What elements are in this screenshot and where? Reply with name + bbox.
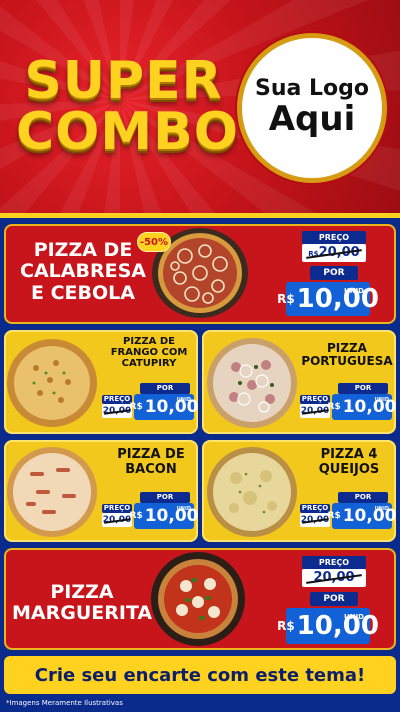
unid-label: UNID	[176, 397, 191, 403]
new-price: R$ 10,00 UNID	[277, 608, 379, 644]
new-price: R$ 10,00 UNID	[277, 282, 379, 316]
discount-badge: -50%	[137, 232, 171, 252]
new-price-value: 10,00	[296, 611, 379, 641]
preco-label: PREÇO	[102, 395, 132, 404]
pizza-frango-image	[7, 339, 97, 427]
new-price-currency: R$	[327, 511, 341, 521]
old-price: 20,00	[300, 404, 330, 418]
product-title: PIZZA DE CALABRESA E CEBOLA	[20, 239, 146, 304]
super-combo-logo: SUPER COMBO	[16, 51, 239, 162]
new-price: R$ 10,00 UNID	[328, 503, 397, 529]
pizza-marguerita-image	[151, 552, 245, 646]
product-title: PIZZA 4 QUEIJOS	[318, 447, 380, 477]
preco-label: PREÇO	[300, 395, 330, 404]
por-label: POR	[140, 492, 190, 503]
old-price: 20,00	[102, 404, 132, 418]
pizza-portuguesa-image	[207, 338, 297, 428]
header-divider	[0, 213, 400, 218]
unid-label: UNID	[176, 506, 191, 512]
combo-text: COMBO	[16, 101, 239, 162]
new-price-currency: R$	[277, 292, 295, 306]
old-price: 20,00	[300, 513, 330, 527]
cta-banner[interactable]: Crie seu encarte com este tema!	[4, 656, 396, 694]
unid-label: UNID	[374, 506, 389, 512]
preco-label: PREÇO	[300, 504, 330, 513]
product-title: PIZZA MARGUERITA	[12, 581, 153, 625]
new-price-currency: R$	[327, 402, 341, 412]
por-label: POR	[140, 383, 190, 394]
old-price: R$20,00	[302, 244, 366, 262]
footnote: *Imagens Meramente Ilustrativas	[6, 699, 123, 707]
pizza-bacon-image	[7, 447, 97, 537]
new-price: R$ 10,00 UNID	[130, 503, 199, 529]
product-title: PIZZA PORTUGUESA	[301, 341, 393, 369]
new-price-currency: R$	[129, 511, 143, 521]
product-title: PIZZA DE FRANGO COM CATUPIRY	[110, 336, 188, 370]
unid-label: UNID	[374, 397, 389, 403]
por-label: POR	[310, 592, 358, 606]
new-price-currency: R$	[277, 619, 295, 633]
logo-line-2: Aqui	[268, 99, 356, 140]
header-banner: SUPER COMBO Sua Logo Aqui	[0, 0, 400, 218]
logo-line-1: Sua Logo	[254, 76, 369, 102]
new-price-currency: R$	[129, 402, 143, 412]
product-title: PIZZA DE BACON	[117, 447, 185, 477]
preco-label: PREÇO	[102, 504, 132, 513]
por-label: POR	[338, 383, 388, 394]
super-text: SUPER	[24, 51, 223, 111]
por-label: POR	[338, 492, 388, 503]
new-price: R$ 10,00 UNID	[130, 394, 199, 420]
new-price-value: 10,00	[296, 284, 379, 314]
pizza-4-queijos-image	[207, 447, 297, 537]
preco-label: PREÇO	[302, 231, 366, 244]
old-price: 20,00	[102, 513, 132, 527]
preco-label: PREÇO	[302, 556, 366, 569]
unid-label: UNID	[344, 613, 364, 621]
old-price: 20,00	[302, 569, 366, 587]
logo-placeholder[interactable]: Sua Logo Aqui	[237, 33, 387, 183]
por-label: POR	[310, 266, 358, 280]
new-price: R$ 10,00 UNID	[328, 394, 397, 420]
unid-label: UNID	[344, 287, 364, 295]
